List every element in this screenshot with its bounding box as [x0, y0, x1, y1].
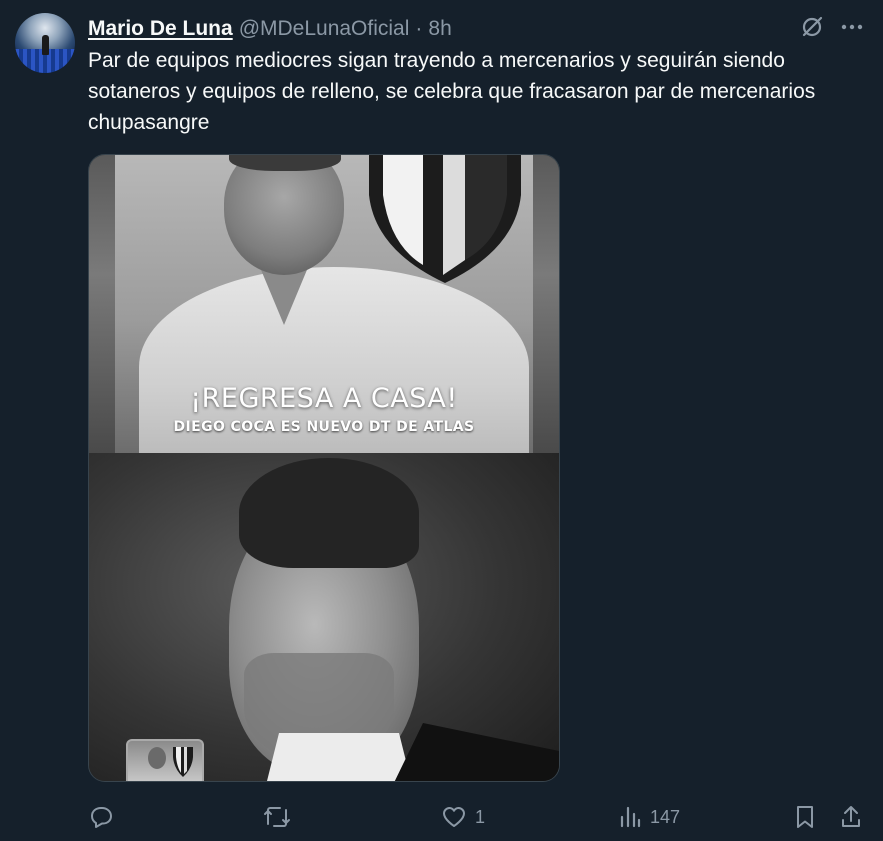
gago-jacket [389, 723, 559, 781]
thumbnail-face [148, 747, 166, 769]
separator-dot: · [415, 17, 423, 40]
gago-hair [239, 458, 419, 568]
share-icon [839, 804, 863, 830]
display-name[interactable]: Mario De Luna [88, 17, 233, 41]
media-panel-gago [89, 453, 559, 781]
bookmark-button[interactable] [793, 800, 817, 834]
media-thumbnail [126, 739, 204, 781]
heart-icon [441, 804, 467, 830]
more-icon[interactable] [839, 14, 865, 40]
views-count: 147 [650, 806, 681, 827]
user-handle[interactable]: @MDeLunaOficial [239, 17, 410, 41]
retweet-icon [262, 804, 292, 830]
media-subheadline: DIEGO COCA ES NUEVO DT DE ATLAS [173, 419, 475, 435]
reply-icon [88, 804, 114, 830]
retweet-button[interactable] [262, 800, 300, 834]
tweet-time[interactable]: 8h [428, 17, 451, 41]
top-actions [799, 14, 865, 40]
media-headline: ¡REGRESA A CASA! [190, 383, 458, 414]
tweet-text: Par de equipos mediocres sigan trayendo … [88, 49, 816, 134]
gago-collar [264, 733, 414, 781]
share-button[interactable] [839, 800, 863, 834]
like-button[interactable]: 1 [441, 800, 485, 834]
avatar-figure [42, 35, 49, 55]
tweet: Mario De Luna @MDeLunaOficial · 8h Par d… [0, 0, 883, 841]
views-icon [618, 804, 642, 830]
tweet-header: Mario De Luna @MDeLunaOficial · 8h [88, 14, 452, 44]
views-button[interactable]: 147 [618, 800, 680, 834]
media-panel-coca: ¡REGRESA A CASA! DIEGO COCA ES NUEVO DT … [89, 155, 559, 453]
atlas-shield-icon [369, 155, 521, 283]
bookmark-icon [793, 804, 817, 830]
like-count: 1 [475, 806, 486, 827]
thumbnail-shield-icon [173, 747, 193, 777]
avatar[interactable] [15, 13, 75, 73]
grok-icon[interactable] [799, 14, 825, 40]
reply-button[interactable] [88, 800, 122, 834]
tweet-media[interactable]: ¡REGRESA A CASA! DIEGO COCA ES NUEVO DT … [88, 154, 560, 782]
tweet-actions: 1 147 [88, 800, 873, 834]
